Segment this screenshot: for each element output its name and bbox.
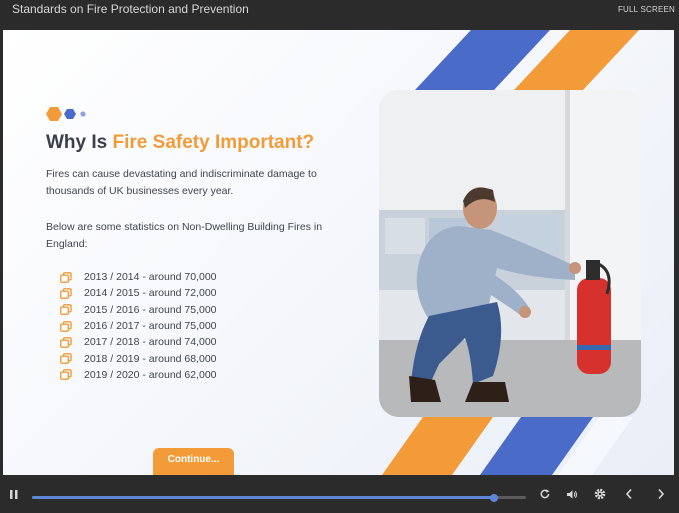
- previous-button[interactable]: [619, 475, 639, 513]
- copy-icon: [60, 353, 72, 365]
- list-item-text: 2017 / 2018 - around 74,000: [84, 336, 217, 349]
- replay-icon: [540, 489, 550, 499]
- list-item: 2017 / 2018 - around 74,000: [60, 334, 217, 350]
- copy-icon: [60, 304, 72, 316]
- settings-button[interactable]: [589, 475, 611, 513]
- player-controls: [0, 475, 679, 513]
- list-item-text: 2019 / 2020 - around 62,000: [84, 368, 217, 381]
- hexagon-dots-icon: [46, 107, 86, 121]
- progress-handle[interactable]: [489, 493, 498, 502]
- list-item: 2016 / 2017 - around 75,000: [60, 318, 217, 334]
- volume-icon: [567, 489, 577, 499]
- pause-button[interactable]: [4, 475, 24, 513]
- copy-icon: [60, 369, 72, 381]
- list-item: 2013 / 2014 - around 70,000: [60, 269, 217, 285]
- list-item-text: 2014 / 2015 - around 72,000: [84, 287, 217, 300]
- progress-track[interactable]: [32, 493, 526, 502]
- list-item-text: 2018 / 2019 - around 68,000: [84, 352, 217, 365]
- pause-icon: [10, 489, 18, 499]
- copy-icon: [60, 288, 72, 299]
- replay-button[interactable]: [535, 475, 555, 513]
- copy-icon: [60, 271, 72, 283]
- photo-illustration: [379, 90, 641, 417]
- continue-button[interactable]: Continue...: [153, 448, 234, 475]
- next-button[interactable]: [651, 475, 671, 513]
- statistics-list: 2013 / 2014 - around 70,000 2014 / 2015 …: [60, 269, 217, 383]
- list-item: 2019 / 2020 - around 62,000: [60, 367, 217, 383]
- heading-accent: Fire Safety Important?: [112, 132, 315, 153]
- course-title: Standards on Fire Protection and Prevent…: [12, 2, 249, 16]
- statistics-intro: Below are some statistics on Non-Dwellin…: [46, 221, 323, 250]
- list-item: 2014 / 2015 - around 72,000: [60, 285, 217, 301]
- list-item-text: 2016 / 2017 - around 75,000: [84, 320, 217, 333]
- list-item: 2015 / 2016 - around 75,000: [60, 302, 217, 318]
- copy-icon: [60, 336, 72, 348]
- list-item: 2018 / 2019 - around 68,000: [60, 350, 217, 366]
- heading-prefix: Why Is: [46, 132, 113, 153]
- list-item-text: 2013 / 2014 - around 70,000: [84, 271, 217, 284]
- fire-extinguisher-photo: [379, 90, 641, 417]
- slide-canvas: Why Is Fire Safety Important? Fires can …: [3, 30, 674, 475]
- volume-button[interactable]: [561, 475, 583, 513]
- title-bar: Standards on Fire Protection and Prevent…: [0, 0, 679, 30]
- copy-icon: [60, 320, 72, 332]
- chevron-left-icon: [625, 488, 632, 500]
- slide-heading: Why Is Fire Safety Important?: [46, 132, 314, 154]
- progress-fill: [32, 496, 494, 499]
- list-item-text: 2015 / 2016 - around 75,000: [84, 303, 217, 316]
- gear-icon: [594, 488, 606, 500]
- intro-paragraph: Fires can cause devastating and indiscri…: [46, 168, 317, 197]
- chevron-right-icon: [658, 488, 665, 500]
- fullscreen-button[interactable]: FULL SCREEN: [618, 5, 675, 14]
